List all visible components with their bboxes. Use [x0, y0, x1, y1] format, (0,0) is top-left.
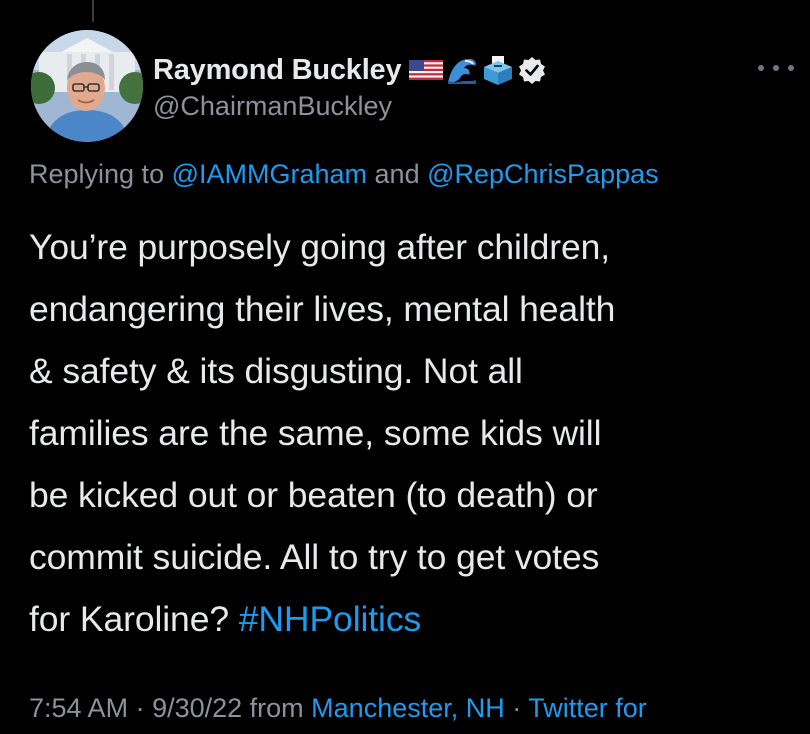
- us-flag-icon: [409, 57, 444, 83]
- tweet-metadata: 7:54 AM · 9/30/22 from Manchester, NH · …: [29, 693, 647, 724]
- tweet-date[interactable]: 9/30/22: [152, 693, 242, 723]
- name-emoji-group: [409, 53, 547, 87]
- meta-separator: ·: [128, 693, 153, 723]
- replying-to-line: Replying to @IAMMGraham and @RepChrisPap…: [29, 159, 659, 190]
- source-link[interactable]: Twitter for: [528, 693, 647, 723]
- tweet-body-text: You’re purposely going after children, e…: [29, 227, 616, 639]
- water-wave-icon: [445, 53, 479, 87]
- verified-badge-icon: [517, 55, 547, 85]
- author-name-row[interactable]: Raymond Buckley: [153, 50, 547, 90]
- tweet-body: You’re purposely going after children, e…: [29, 216, 804, 650]
- avatar[interactable]: [31, 30, 143, 142]
- tweet-time[interactable]: 7:54 AM: [29, 693, 128, 723]
- location-link[interactable]: Manchester, NH: [311, 693, 505, 723]
- avatar-photo: [31, 30, 143, 142]
- from-label: from: [242, 693, 312, 723]
- hashtag-link-nhpolitics[interactable]: #NHPolitics: [239, 599, 421, 639]
- more-options-icon[interactable]: [758, 56, 794, 80]
- replying-connector: and: [367, 159, 428, 189]
- replying-prefix: Replying to: [29, 159, 172, 189]
- author-display-name[interactable]: Raymond Buckley: [153, 54, 402, 87]
- ballot-box-icon: [481, 53, 515, 87]
- mention-link-iammgraham[interactable]: @IAMMGraham: [172, 159, 367, 189]
- mention-link-repchrispappas[interactable]: @RepChrisPappas: [427, 159, 659, 189]
- thread-connector-line: [92, 0, 94, 22]
- meta-separator: ·: [504, 693, 529, 723]
- author-handle[interactable]: @ChairmanBuckley: [153, 91, 392, 122]
